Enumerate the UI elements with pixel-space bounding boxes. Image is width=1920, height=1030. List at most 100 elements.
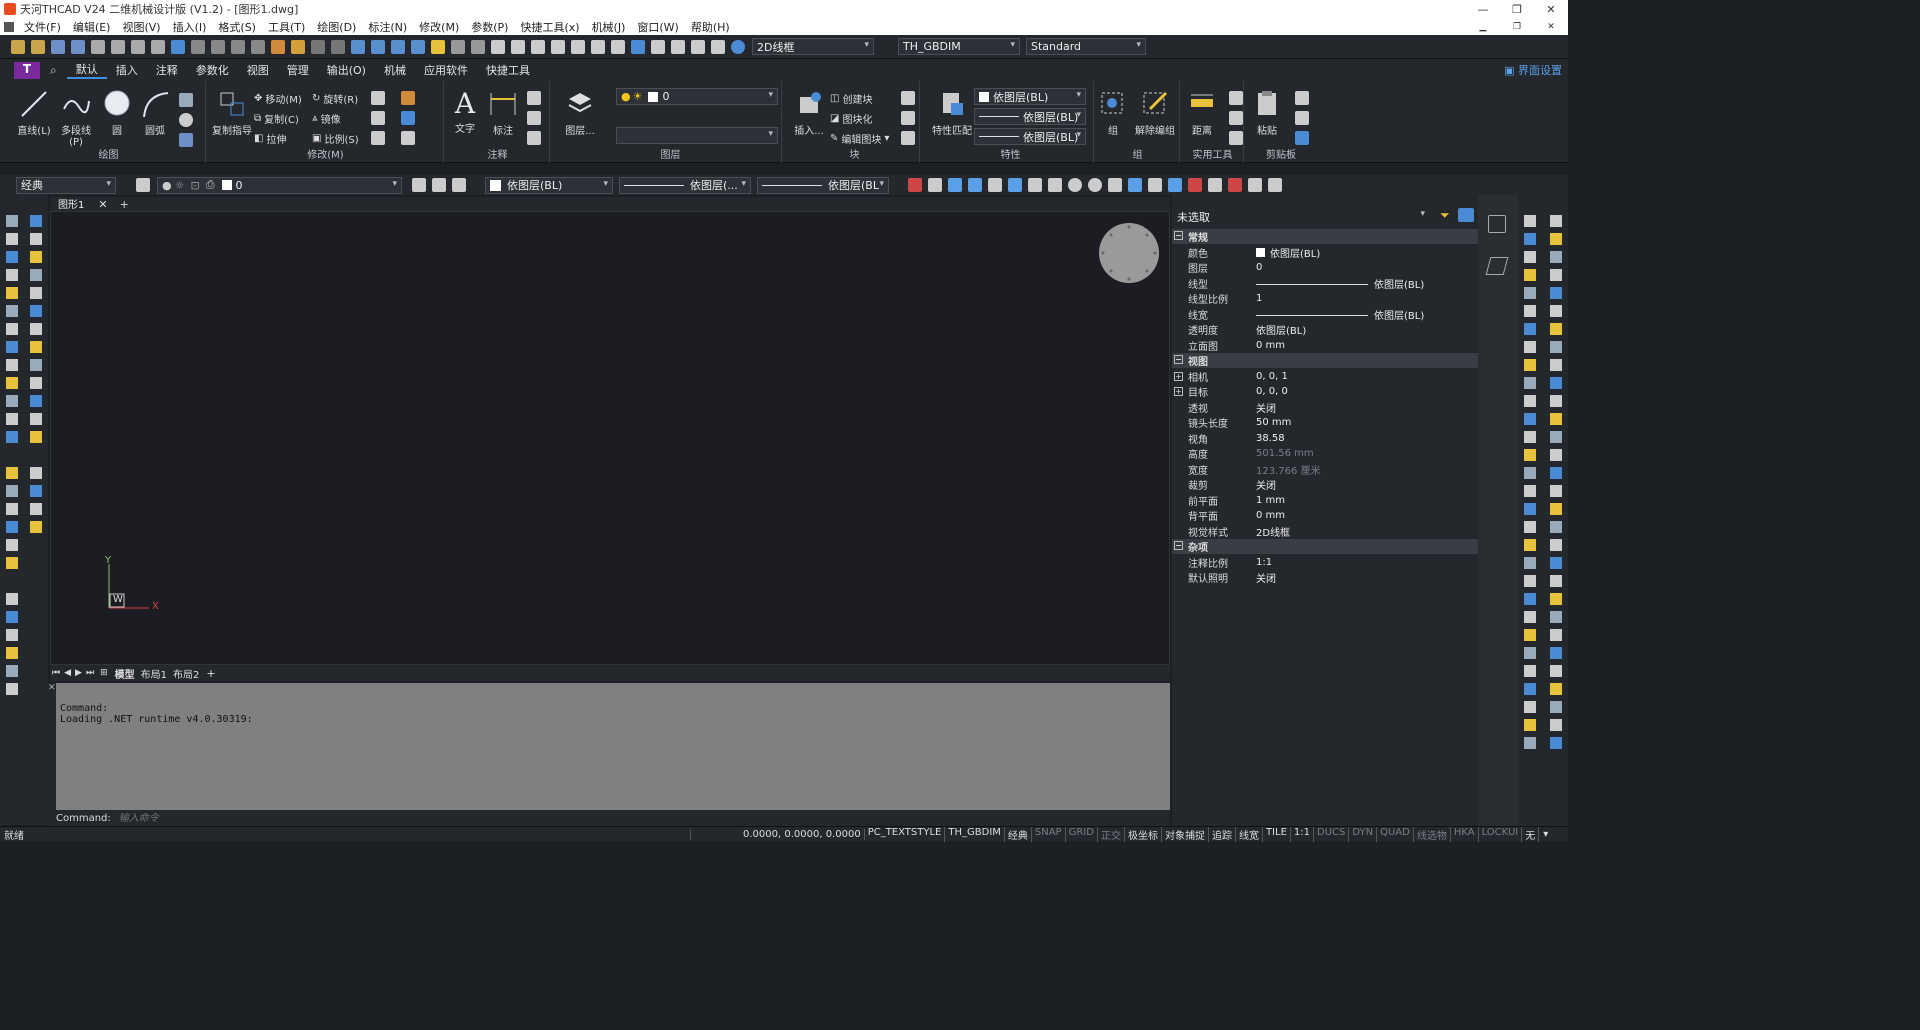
layer-select[interactable]: ● ☀ 0 ▾	[616, 88, 778, 105]
layer-manager-icon[interactable]	[136, 178, 150, 192]
new-icon[interactable]	[11, 39, 25, 54]
right-tool-icon[interactable]	[1550, 665, 1562, 677]
left-tool-icon[interactable]	[6, 341, 18, 353]
zoom-icon[interactable]	[511, 39, 525, 54]
left-tool-icon[interactable]	[30, 215, 42, 227]
tab-mechanical[interactable]: 机械	[375, 62, 415, 78]
left-tool-icon[interactable]	[30, 269, 42, 281]
tab-apps[interactable]: 应用软件	[415, 62, 477, 78]
tab-manage[interactable]: 管理	[278, 62, 318, 78]
text-button[interactable]: A 文字	[450, 87, 480, 135]
osnap-quad-icon[interactable]	[1008, 178, 1022, 192]
right-tool-icon[interactable]	[1550, 413, 1562, 425]
menu-mechanical[interactable]: 机械(J)	[586, 19, 632, 35]
left-tool-icon[interactable]	[30, 305, 42, 317]
left-tool-icon[interactable]	[6, 413, 18, 425]
open-icon[interactable]	[31, 39, 45, 54]
prev-layout-icon[interactable]: ◀	[64, 668, 71, 678]
property-row[interactable]: 镜头长度 50 mm	[1172, 415, 1478, 430]
left-tool-icon[interactable]	[6, 557, 18, 569]
osnap-ins-icon[interactable]	[1108, 178, 1122, 192]
stop-icon[interactable]	[1228, 178, 1242, 192]
brush-icon[interactable]	[291, 39, 305, 54]
copy-guide-button[interactable]: 复制指导	[210, 89, 254, 137]
property-section[interactable]: − 杂项	[1172, 539, 1478, 554]
collapse-icon[interactable]: −	[1174, 541, 1183, 550]
right-tool-icon[interactable]	[1524, 719, 1536, 731]
left-tool-icon[interactable]	[30, 395, 42, 407]
menu-quicktools[interactable]: 快捷工具(x)	[514, 19, 585, 35]
right-tool-icon[interactable]	[1524, 593, 1536, 605]
status-toggle[interactable]: PC_TEXTSTYLE	[865, 826, 946, 842]
left-tool-icon[interactable]	[6, 305, 18, 317]
collapse-icon[interactable]: −	[1174, 355, 1183, 364]
first-layout-icon[interactable]: ⏮	[52, 668, 60, 678]
status-toggle[interactable]: 经典	[1005, 826, 1032, 842]
text-style-select[interactable]: Standard ▾	[1026, 38, 1146, 55]
right-tool-icon[interactable]	[1524, 233, 1536, 245]
property-section[interactable]: − 常规	[1172, 229, 1478, 244]
measure-icon[interactable]	[691, 39, 705, 54]
table-insert-icon[interactable]	[527, 131, 541, 145]
line-button[interactable]: 直线(L)	[16, 89, 52, 137]
status-toggle[interactable]: 无	[1522, 826, 1540, 842]
right-tool-icon[interactable]	[1550, 215, 1562, 227]
attr-icon[interactable]	[411, 39, 425, 54]
command-window-grip[interactable]: ✕	[48, 683, 56, 826]
left-tool-icon[interactable]	[6, 359, 18, 371]
last-layout-icon[interactable]: ⏭	[86, 668, 94, 678]
osnap-endpoint-icon[interactable]	[908, 178, 922, 192]
right-tool-icon[interactable]	[1550, 647, 1562, 659]
linear-dim-icon[interactable]	[527, 91, 541, 105]
left-tool-icon[interactable]	[6, 215, 18, 227]
scale-button[interactable]: ▣ 比例(S)	[312, 131, 359, 146]
attr-manage-icon[interactable]	[901, 131, 915, 145]
circle-button[interactable]: 圆	[102, 89, 132, 137]
expand-icon[interactable]: +	[1174, 371, 1183, 381]
property-row[interactable]: 注释比例 1:1	[1172, 555, 1478, 570]
status-toggle[interactable]: 1:1	[1291, 826, 1314, 842]
match-properties-button[interactable]: 特性匹配	[930, 89, 974, 137]
command-line[interactable]: Command:	[50, 810, 1170, 826]
distance-button[interactable]: 距离	[1184, 89, 1220, 137]
left-tool-icon[interactable]	[6, 395, 18, 407]
interface-settings-button[interactable]: ▣ 界面设置	[1504, 62, 1562, 78]
saveas-icon[interactable]	[71, 39, 85, 54]
menu-draw[interactable]: 绘图(D)	[311, 19, 362, 35]
left-tool-icon[interactable]	[6, 431, 18, 443]
tab-layout1[interactable]: 布局1	[138, 666, 170, 681]
status-toggle[interactable]: SNAP	[1032, 826, 1066, 842]
left-tool-icon[interactable]	[6, 251, 18, 263]
right-tool-icon[interactable]	[1524, 467, 1536, 479]
layer-state-select[interactable]: ▾	[616, 127, 778, 144]
menu-help[interactable]: 帮助(H)	[685, 19, 736, 35]
dimension-button[interactable]: 标注	[488, 89, 518, 137]
status-toggle[interactable]: TILE	[1263, 826, 1291, 842]
layout-icon[interactable]	[631, 39, 645, 54]
left-tool-icon[interactable]	[6, 485, 18, 497]
palette-layers-icon[interactable]	[1485, 257, 1509, 275]
osnap-tan-icon[interactable]	[1068, 178, 1082, 192]
right-tool-icon[interactable]	[1524, 269, 1536, 281]
blockify-button[interactable]: ◪ 图块化	[830, 111, 872, 126]
tab-view[interactable]: 视图	[238, 62, 278, 78]
status-toggle[interactable]: QUAD	[1377, 826, 1414, 842]
left-tool-icon[interactable]	[30, 287, 42, 299]
layout-grid-icon[interactable]: ⊞	[100, 668, 108, 678]
status-menu-icon[interactable]: ▾	[1539, 829, 1552, 840]
explode-icon[interactable]	[371, 131, 385, 145]
left-tool-icon[interactable]	[30, 341, 42, 353]
property-row[interactable]: 线宽 依图层(BL)	[1172, 307, 1478, 322]
osnap-dims-icon[interactable]	[1268, 178, 1282, 192]
left-tool-icon[interactable]	[6, 323, 18, 335]
right-tool-icon[interactable]	[1524, 503, 1536, 515]
right-tool-icon[interactable]	[1524, 701, 1536, 713]
insert-block-button[interactable]: 插入...	[792, 89, 826, 137]
3d-icon[interactable]	[171, 39, 185, 54]
right-tool-icon[interactable]	[1550, 377, 1562, 389]
clip-copy-icon[interactable]	[1295, 111, 1309, 125]
right-tool-icon[interactable]	[1550, 701, 1562, 713]
help-icon[interactable]	[731, 39, 745, 54]
property-row[interactable]: + 相机 0, 0, 1	[1172, 369, 1478, 384]
layer-unisolate-icon[interactable]	[452, 178, 466, 192]
